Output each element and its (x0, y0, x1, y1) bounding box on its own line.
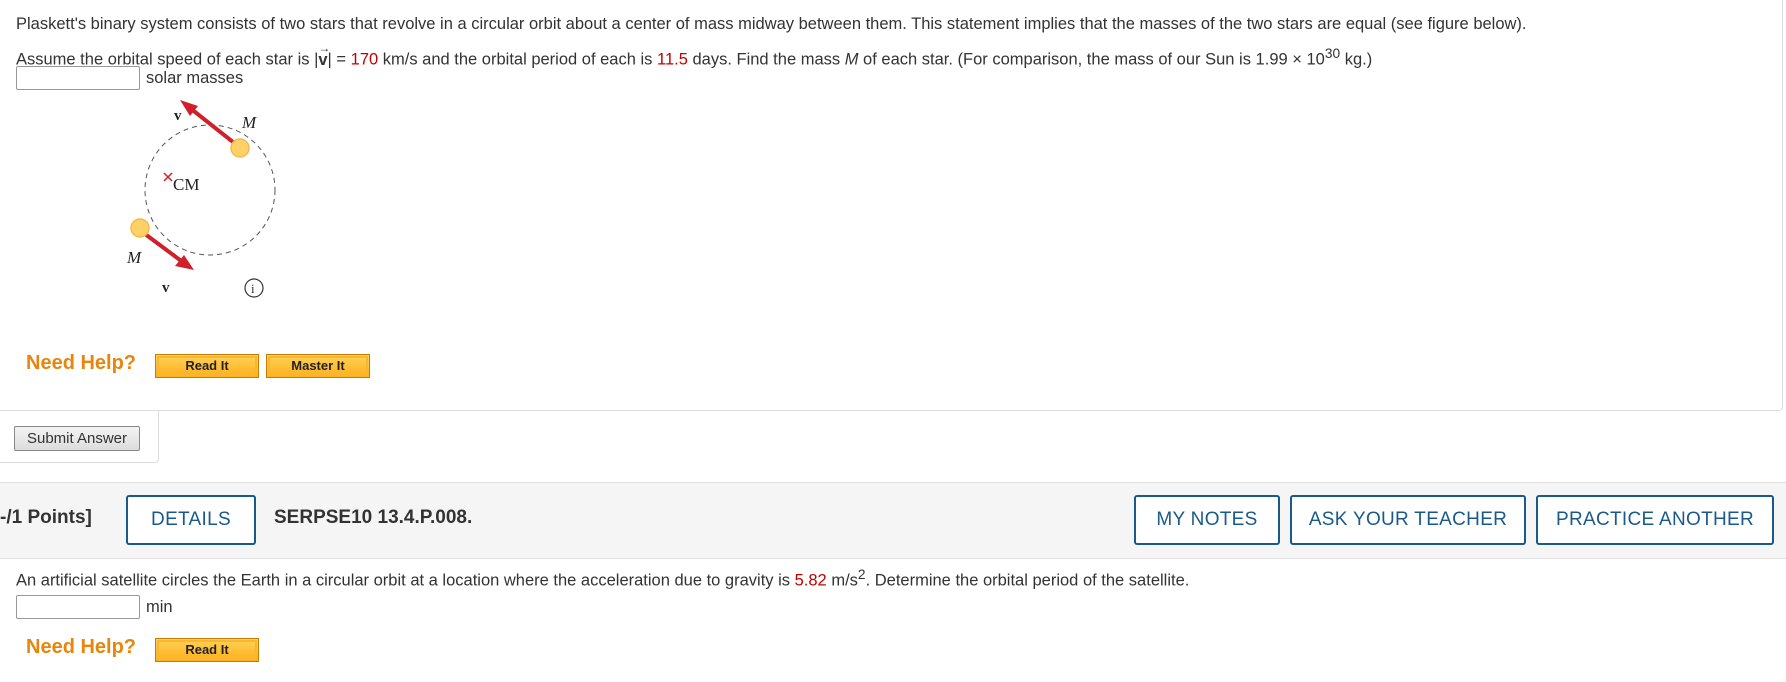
svg-text:i: i (251, 281, 255, 296)
q2-text-part: m/s (826, 571, 858, 590)
points-label: -/1 Points] (0, 507, 92, 528)
question-1-line-2: Assume the orbital speed of each star is… (16, 33, 1776, 75)
q1-text-part: km/s and the orbital period of each is (378, 50, 657, 69)
exponent: 30 (1324, 46, 1341, 61)
velocity-arrow-top (188, 106, 240, 148)
q1-text-part: | = (327, 50, 351, 69)
velocity-arrow-bottom (139, 229, 186, 265)
q1-text-part: days. Find the mass (687, 50, 845, 69)
my-notes-button[interactable]: MY NOTES (1134, 495, 1280, 545)
submit-area: Submit Answer (0, 410, 159, 463)
speed-value: 170 (350, 50, 379, 69)
question-1-text: Plaskett's binary system consists of two… (16, 9, 1776, 75)
details-button[interactable]: DETAILS (126, 495, 256, 545)
binary-star-figure: CM M v M v i (126, 100, 276, 298)
mass-label-bottom: M (126, 248, 142, 267)
q2-answer-input[interactable] (16, 595, 140, 619)
question-id: SERPSE10 13.4.P.008. (274, 507, 473, 528)
units-exponent: 2 (857, 567, 866, 582)
q1-answer-input[interactable] (16, 66, 140, 90)
q1-read-it-button[interactable]: Read It (155, 354, 259, 378)
star-bottom (130, 218, 150, 238)
period-value: 11.5 (657, 50, 688, 69)
cm-label: CM (173, 175, 199, 194)
q1-text-part: of each star. (For comparison, the mass … (858, 50, 1325, 69)
velocity-label-top: v (174, 108, 182, 124)
q2-text-part: An artificial satellite circles the Eart… (16, 571, 795, 590)
gravity-value: 5.82 (794, 571, 827, 590)
question-1-line-1: Plaskett's binary system consists of two… (16, 15, 1527, 33)
star-top (230, 138, 250, 158)
practice-another-button[interactable]: PRACTICE ANOTHER (1536, 495, 1774, 545)
submit-answer-button[interactable]: Submit Answer (14, 426, 140, 451)
q2-read-it-button[interactable]: Read It (155, 638, 259, 662)
info-icon: i (244, 278, 264, 298)
velocity-label-bottom: v (162, 280, 170, 296)
velocity-vector-symbol: v (318, 33, 330, 75)
q1-need-help-label: Need Help? (26, 352, 137, 374)
question-2-header: -/1 Points] DETAILS SERPSE10 13.4.P.008.… (0, 482, 1786, 559)
mass-label-top: M (241, 113, 257, 132)
ask-your-teacher-button[interactable]: ASK YOUR TEACHER (1290, 495, 1526, 545)
q2-text-part: . Determine the orbital period of the sa… (865, 571, 1190, 590)
q2-answer-row: min (16, 595, 173, 619)
q2-need-help-label: Need Help? (26, 636, 137, 658)
q1-master-it-button[interactable]: Master It (266, 354, 370, 378)
mass-symbol: M (844, 50, 859, 69)
center-of-mass-marker (163, 172, 173, 182)
orbit-circle (144, 124, 276, 256)
q1-text-part: kg.) (1340, 50, 1373, 69)
q2-answer-unit: min (146, 597, 173, 616)
q1-answer-row: solar masses (16, 66, 243, 90)
q1-answer-unit: solar masses (146, 68, 244, 87)
question-2-text: An artificial satellite circles the Eart… (16, 567, 1189, 591)
